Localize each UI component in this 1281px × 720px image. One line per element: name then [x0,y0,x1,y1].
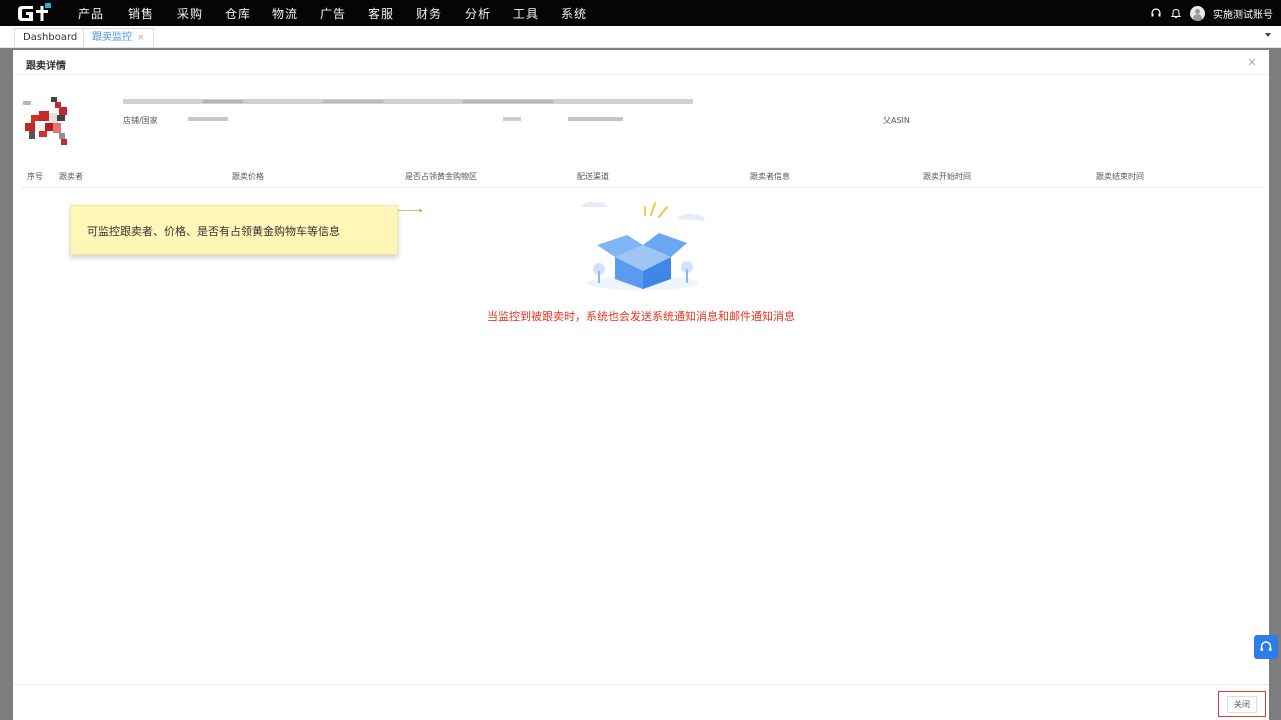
column-index: 序号 [27,172,43,181]
dialog-header: 跟卖详情 × [13,50,1269,75]
asin-value-blurred [568,117,623,121]
nav-item-customer-service[interactable]: 客服 [368,5,394,22]
app-logo-icon[interactable] [16,2,56,24]
product-title-blurred [123,99,693,104]
column-start-time: 跟卖开始时间 [923,172,971,181]
column-fulfillment: 配送渠道 [577,172,609,181]
empty-box-illustration [581,201,705,290]
follow-sell-table-header: 序号 跟卖者 跟卖价格 是否占领黄金购物区 配送渠道 跟卖者信息 跟卖开始时间 … [21,166,1261,188]
nav-item-tools[interactable]: 工具 [513,5,539,22]
nav-item-product[interactable]: 产品 [78,5,104,22]
tab-bar: Dashboard 跟卖监控 × [0,26,1281,48]
user-avatar[interactable] [1190,5,1205,21]
tab-dropdown-icon[interactable] [1265,33,1271,37]
nav-item-sales[interactable]: 销售 [128,5,154,22]
tooltip-connector-dot-right [419,209,422,212]
column-end-time: 跟卖结束时间 [1096,172,1144,181]
top-navigation-bar: 产品 销售 采购 仓库 物流 广告 客服 财务 分析 工具 系统 实施测试账号 [0,0,1281,26]
column-price: 跟卖价格 [232,172,264,181]
nav-item-purchase[interactable]: 采购 [177,5,203,22]
column-buy-box: 是否占领黄金购物区 [405,172,477,181]
nav-item-system[interactable]: 系统 [561,5,587,22]
close-dialog-button[interactable]: 关闭 [1218,691,1266,717]
tab-follow-sell-monitor-label: 跟卖监控 [92,32,132,43]
tab-follow-sell-monitor[interactable]: 跟卖监控 × [83,28,154,47]
top-right-toolbar: 实施测试账号 [1150,0,1273,26]
headset-icon [1260,641,1272,651]
nav-item-warehouse[interactable]: 仓库 [225,5,251,22]
tab-dashboard[interactable]: Dashboard [14,28,87,47]
dialog-footer: 关闭 [13,684,1269,720]
store-country-label: 店铺/国家 [123,116,158,125]
close-dialog-button-label: 关闭 [1227,695,1257,713]
product-image [21,95,71,147]
tab-dashboard-label: Dashboard [23,32,78,43]
dialog-title: 跟卖详情 [26,61,66,72]
headset-icon[interactable] [1150,7,1162,19]
follow-sell-detail-dialog: 跟卖详情 × 店铺/国家 父ASIN 序号 跟卖者 跟卖价格 是否占领黄金购物区… [13,50,1269,720]
asin-label-blurred [503,117,521,121]
store-country-value-blurred [188,117,228,121]
nav-item-logistics[interactable]: 物流 [272,5,298,22]
column-seller: 跟卖者 [59,172,83,181]
feature-tooltip-text: 可监控跟卖者、价格、是否有占领黄金购物车等信息 [87,225,340,238]
user-name[interactable]: 实施测试账号 [1213,6,1273,21]
column-seller-info: 跟卖者信息 [750,172,790,181]
floating-support-button[interactable] [1254,635,1278,659]
parent-asin-label: 父ASIN [883,116,910,125]
bell-icon[interactable] [1170,7,1182,19]
nav-item-advertising[interactable]: 广告 [320,5,346,22]
empty-state-message: 当监控到被跟卖时，系统也会发送系统通知消息和邮件通知消息 [487,310,795,323]
dialog-close-icon[interactable]: × [1247,55,1257,69]
tab-close-icon[interactable]: × [137,33,145,43]
nav-item-finance[interactable]: 财务 [416,5,442,22]
nav-item-analysis[interactable]: 分析 [465,5,491,22]
feature-tooltip: 可监控跟卖者、价格、是否有占领黄金购物车等信息 [70,205,398,255]
